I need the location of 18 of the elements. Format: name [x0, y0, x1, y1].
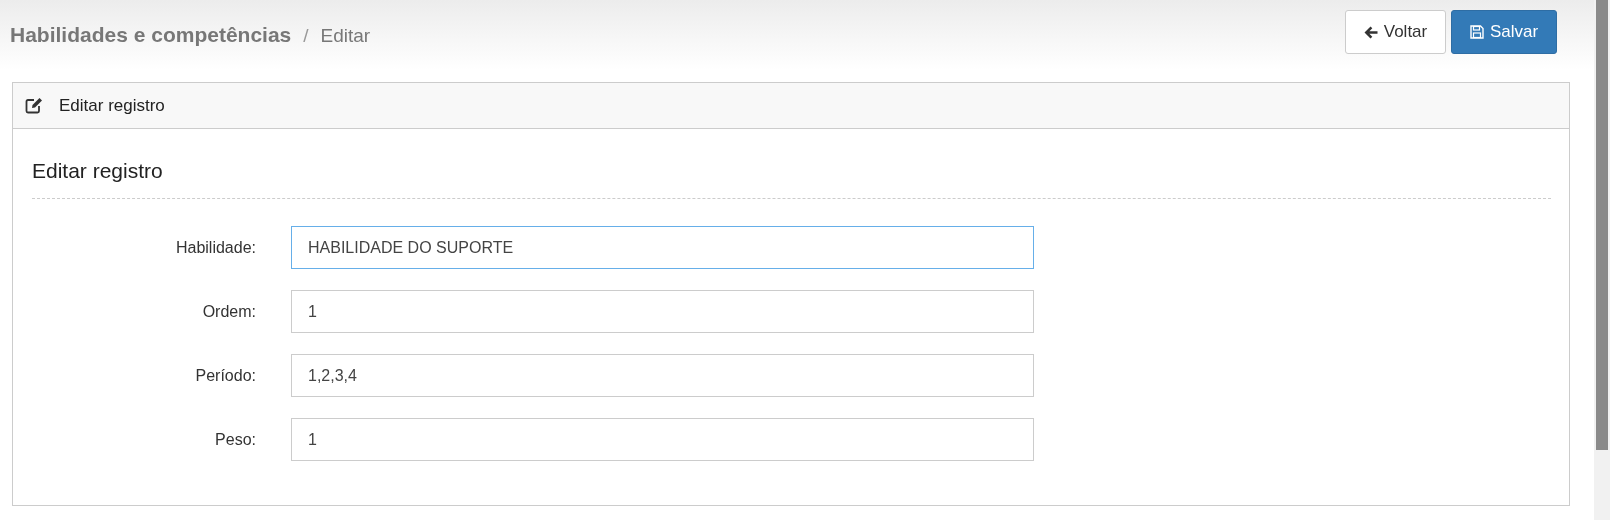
- page-title: Habilidades e competências: [10, 23, 292, 47]
- breadcrumb-current: Editar: [320, 25, 371, 47]
- scrollbar-thumb[interactable]: [1596, 0, 1608, 450]
- breadcrumb-separator: /: [303, 25, 309, 47]
- section-title: Editar registro: [32, 159, 164, 183]
- arrow-left-icon: [1363, 25, 1378, 39]
- input-field[interactable]: HABILIDADE DO SUPORTE: [291, 226, 1034, 269]
- input-field[interactable]: 1: [291, 418, 1034, 461]
- field-label: Período:: [194, 366, 256, 385]
- edit-icon: [25, 97, 43, 114]
- field-label: Peso:: [214, 430, 256, 449]
- panel-title: Editar registro: [59, 95, 165, 116]
- back-button[interactable]: Voltar: [1345, 10, 1446, 54]
- save-button[interactable]: Salvar: [1451, 10, 1557, 54]
- field-label: Habilidade:: [174, 238, 256, 257]
- field-label: Ordem:: [201, 302, 256, 321]
- input-field[interactable]: 1: [291, 290, 1034, 333]
- input-field[interactable]: 1,2,3,4: [291, 354, 1034, 397]
